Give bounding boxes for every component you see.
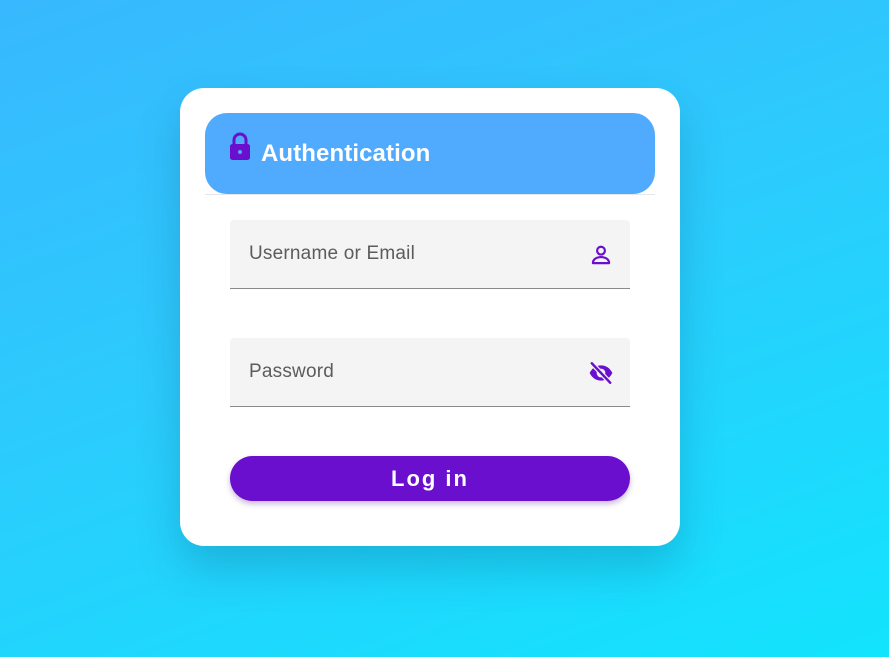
lock-icon [230, 132, 250, 160]
page-title: Authentication [261, 140, 431, 167]
username-field[interactable] [230, 220, 630, 289]
card-header: Authentication [205, 113, 655, 194]
password-input[interactable] [230, 338, 630, 406]
login-card: Authentication Log in [180, 88, 680, 546]
header-divider [205, 194, 655, 195]
user-icon [591, 245, 611, 265]
username-input[interactable] [230, 220, 630, 288]
password-field[interactable] [230, 338, 630, 407]
login-button[interactable]: Log in [230, 456, 630, 501]
eye-off-icon[interactable] [588, 360, 614, 386]
